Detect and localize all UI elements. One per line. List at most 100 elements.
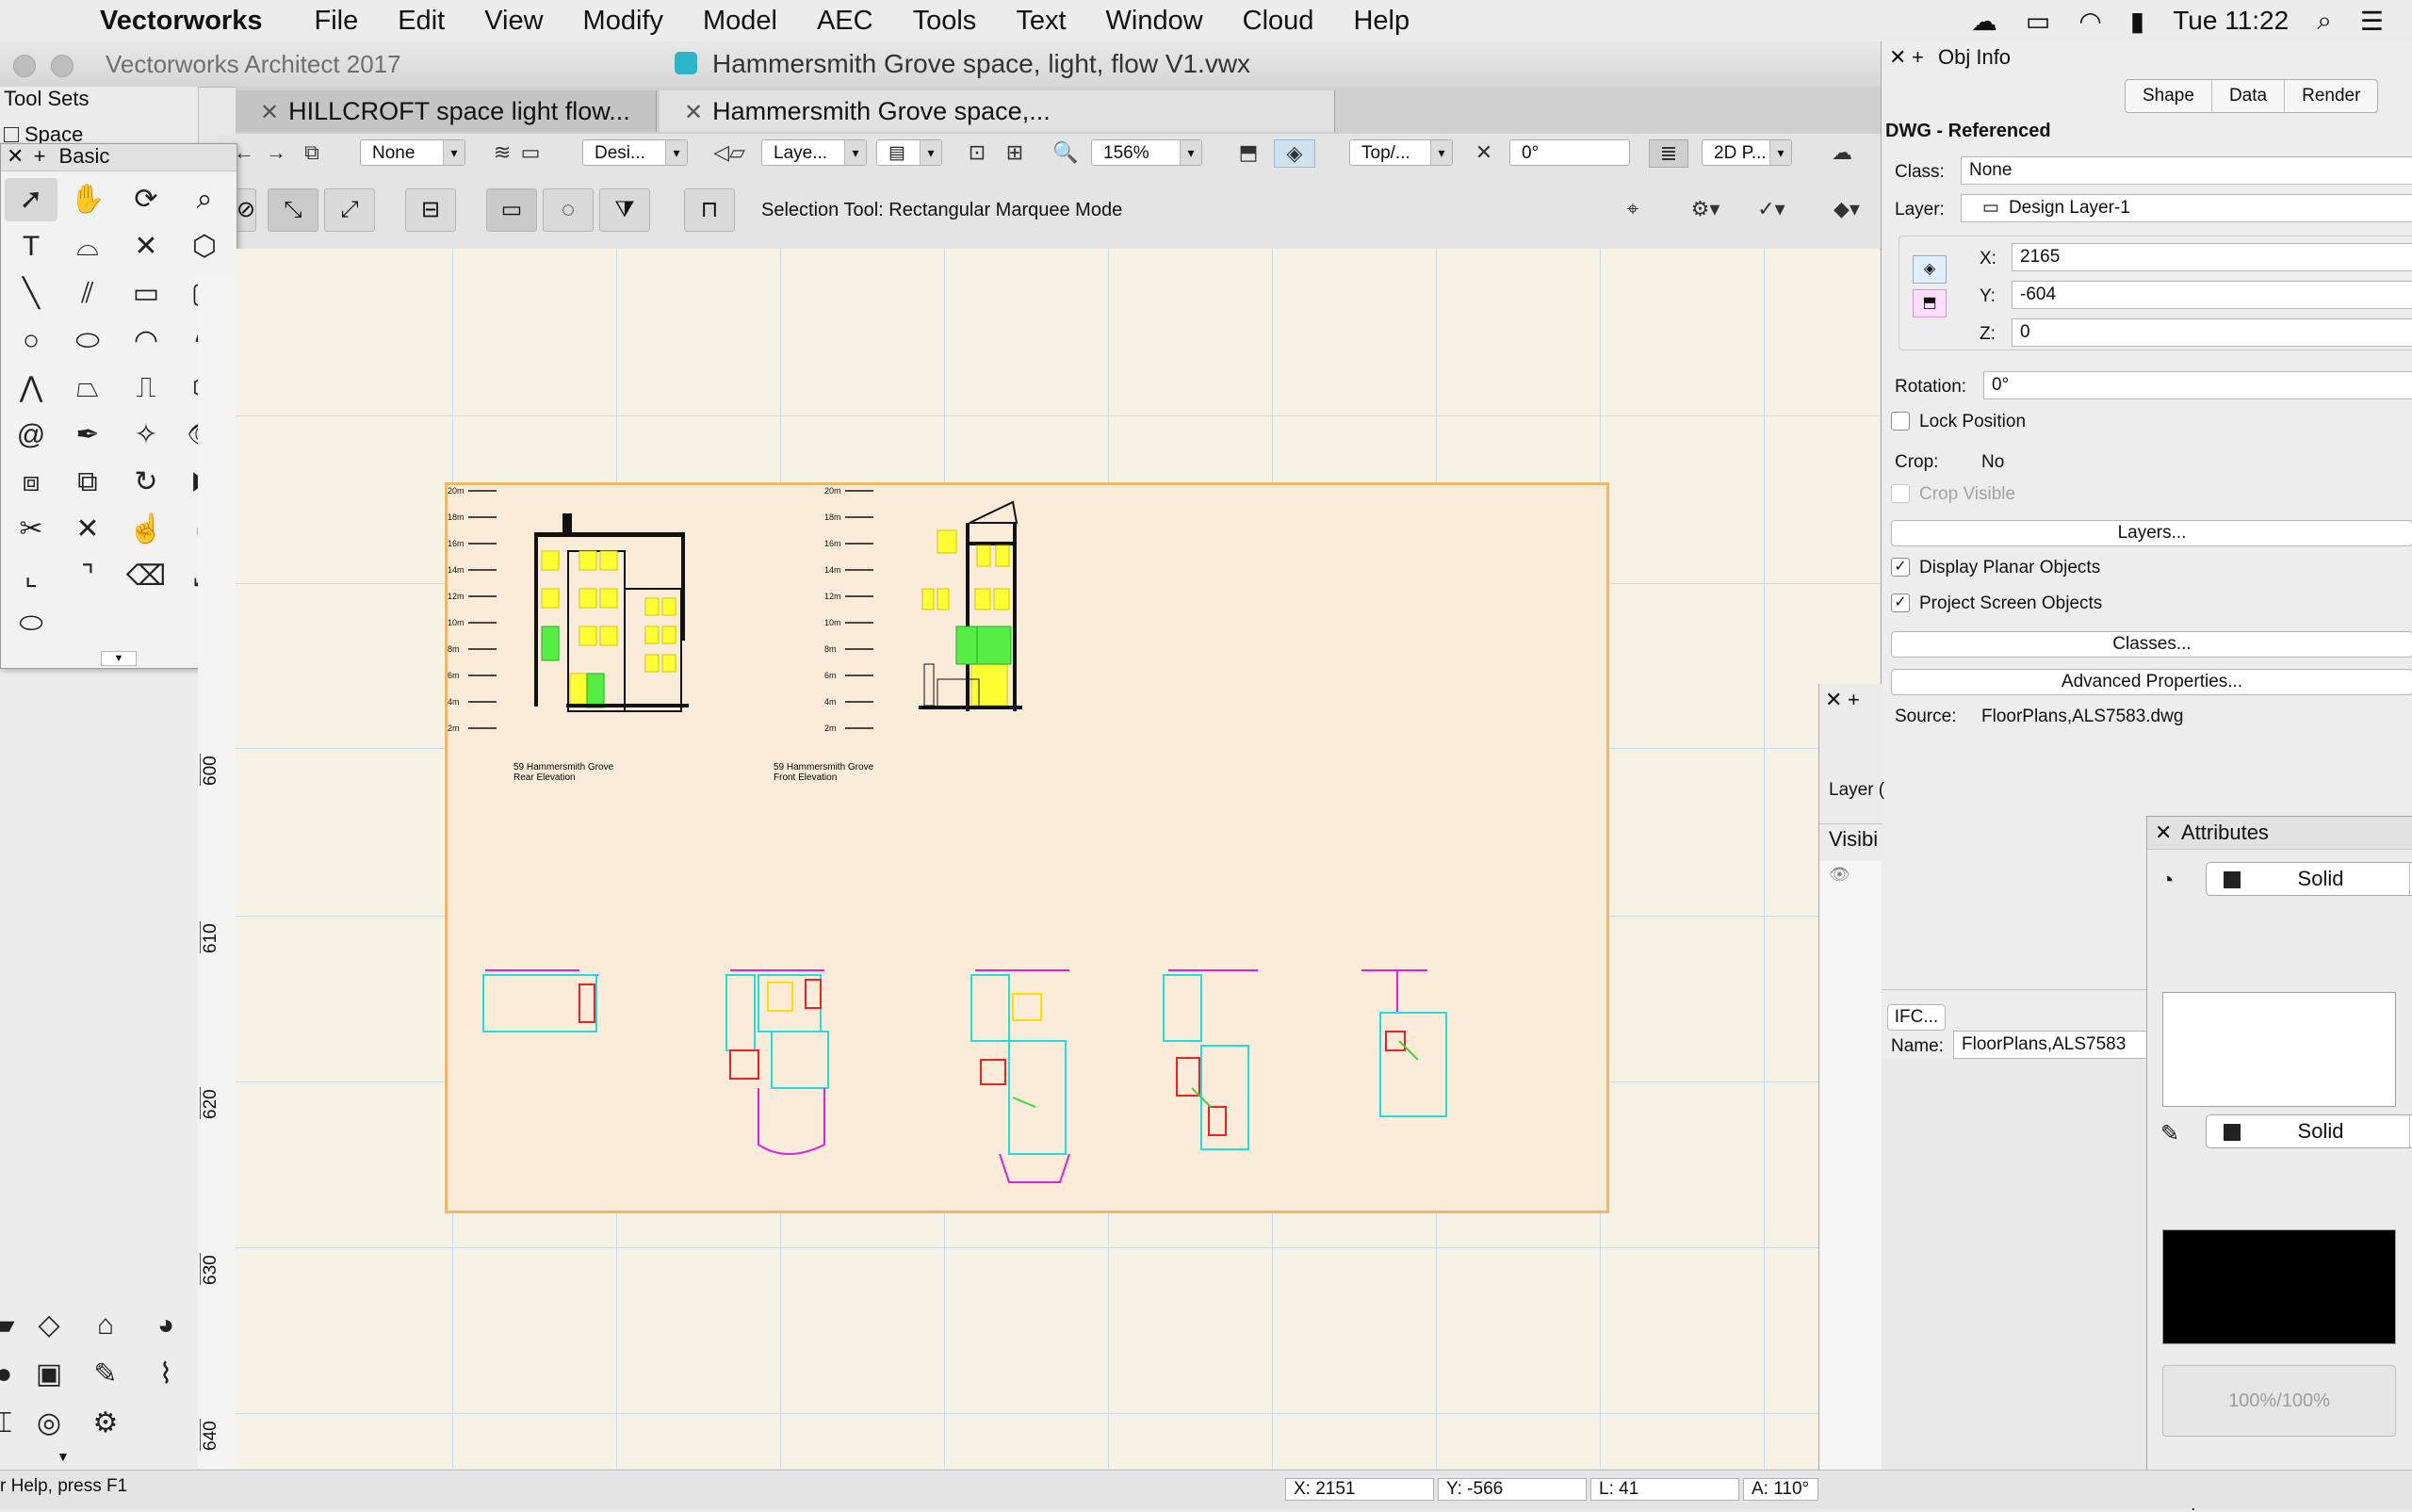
- pipe-icon[interactable]: ⌇: [138, 1353, 194, 1398]
- battery-icon[interactable]: ▮: [2130, 6, 2144, 37]
- locus-tool-icon[interactable]: ✕: [120, 225, 172, 268]
- pen-icon[interactable]: ✎: [2160, 1120, 2179, 1147]
- layers-stack-icon[interactable]: ≋: [488, 139, 516, 166]
- tab-hammersmith[interactable]: ✕ Hammersmith Grove space,...: [660, 90, 1335, 132]
- layer-options-icon[interactable]: ▭: [516, 139, 545, 166]
- offset-tool-icon[interactable]: ☝: [120, 508, 172, 551]
- transform-mode-button[interactable]: ⊟: [405, 188, 456, 232]
- double-line-tool-icon[interactable]: ⫽: [61, 272, 114, 316]
- saved-views-icon[interactable]: ⧉: [298, 139, 326, 166]
- menu-text[interactable]: Text: [996, 6, 1085, 37]
- expand-palette-icon[interactable]: ▼: [101, 651, 137, 666]
- z-field[interactable]: 0: [2012, 318, 2412, 347]
- rotation-field[interactable]: 0°: [1509, 139, 1630, 166]
- menu-cloud[interactable]: Cloud: [1223, 6, 1334, 37]
- view-select[interactable]: Top/... ▾: [1349, 139, 1453, 166]
- render-mode-icon[interactable]: ≣: [1649, 139, 1688, 168]
- classes-button[interactable]: Classes...: [1891, 631, 2412, 658]
- menu-window[interactable]: Window: [1086, 6, 1223, 37]
- pan-tool-icon[interactable]: ✋: [61, 178, 114, 221]
- close-window-button[interactable]: [13, 55, 36, 77]
- zoom-icon[interactable]: 🔍: [1051, 139, 1080, 166]
- layer-select[interactable]: Desi... ▾: [582, 139, 688, 166]
- trim-tool-icon[interactable]: ✕: [61, 508, 114, 551]
- magic-wand-tool-icon[interactable]: ✧: [120, 414, 172, 457]
- attribute-mapping-tool-icon[interactable]: ⧉: [61, 461, 114, 504]
- detailing-icon[interactable]: ✎: [77, 1353, 134, 1398]
- crop-visible-checkbox[interactable]: [1891, 484, 1910, 503]
- render-select[interactable]: 2D P... ▾: [1702, 139, 1792, 166]
- menu-help[interactable]: Help: [1333, 6, 1429, 37]
- close-tab-icon[interactable]: ✕: [684, 100, 703, 125]
- menu-tools[interactable]: Tools: [893, 6, 997, 37]
- close-palette-icon[interactable]: ✕: [2155, 821, 2172, 845]
- double-polygon-tool-icon[interactable]: ⎍: [120, 366, 172, 410]
- text-tool-icon[interactable]: T: [5, 225, 57, 268]
- cloud-publish-icon[interactable]: ☁: [1828, 139, 1856, 166]
- oval-tool-icon[interactable]: ⬭: [61, 319, 114, 363]
- menu-model[interactable]: Model: [683, 6, 797, 37]
- tab-data[interactable]: Data: [2212, 80, 2286, 112]
- sheet-select[interactable]: ▤ ▾: [876, 139, 942, 166]
- cloud-tool-icon[interactable]: ⬭: [5, 602, 57, 645]
- menu-modify[interactable]: Modify: [563, 6, 683, 37]
- close-tab-icon[interactable]: ✕: [260, 100, 279, 125]
- gear-icon[interactable]: ⚙: [77, 1402, 134, 1447]
- zoom-tool-icon[interactable]: ⌕: [178, 178, 231, 221]
- fillet-tool-icon[interactable]: ⌞: [5, 555, 57, 598]
- house-icon[interactable]: ⌂: [77, 1304, 134, 1349]
- floor-icon[interactable]: ◇: [21, 1304, 77, 1349]
- dwg-referenced-object[interactable]: 20m 18m 16m 14m 12m 10m 8m 6m 4m 2m 20m …: [445, 482, 1609, 1213]
- wifi-icon[interactable]: ◠: [2078, 6, 2101, 37]
- fit-objects-icon[interactable]: ⊡: [963, 139, 991, 166]
- rectangular-marquee-mode-button[interactable]: ⤡: [268, 188, 318, 232]
- drawing-canvas[interactable]: 20m 18m 16m 14m 12m 10m 8m 6m 4m 2m 20m …: [236, 249, 1880, 1469]
- pen-style-select[interactable]: Solid▲▼: [2206, 1114, 2412, 1148]
- rotate-tool-icon[interactable]: ↻: [120, 461, 172, 504]
- plan-view-icon[interactable]: ◈: [1913, 255, 1947, 284]
- class-select[interactable]: None ▾: [360, 139, 465, 166]
- minimize-window-button[interactable]: [51, 55, 73, 77]
- clock[interactable]: Tue 11:22: [2173, 6, 2289, 36]
- flyover-tool-icon[interactable]: ⟳: [120, 178, 172, 221]
- class-field[interactable]: None: [1961, 156, 2412, 185]
- eyedropper-tool-icon[interactable]: ✒: [61, 414, 114, 457]
- 3d-locus-tool-icon[interactable]: ⬡: [178, 225, 231, 268]
- fill-swatch[interactable]: [2162, 992, 2396, 1107]
- plane-icon[interactable]: ⬒: [1234, 139, 1263, 166]
- pen-swatch[interactable]: [2162, 1229, 2396, 1344]
- tab-shape[interactable]: Shape: [2126, 80, 2212, 112]
- palette-plus-icon[interactable]: +: [1848, 688, 1860, 712]
- palette-plus-icon[interactable]: +: [1912, 45, 1924, 70]
- toolset-scroll-down-icon[interactable]: ▼: [57, 1449, 70, 1464]
- line-tool-icon[interactable]: ╲: [5, 272, 57, 316]
- rectangle-tool-icon[interactable]: ▭: [120, 272, 172, 316]
- layer-field[interactable]: ▭ Design Layer-1: [1961, 194, 2412, 222]
- y-field[interactable]: -604: [2012, 281, 2412, 309]
- spiral-tool-icon[interactable]: @: [5, 414, 57, 457]
- airplay-icon[interactable]: ▭: [2026, 6, 2050, 37]
- polygon-tool-icon[interactable]: ⏢: [61, 366, 114, 410]
- polyline-tool-icon[interactable]: ⋀: [5, 366, 57, 410]
- menu-app[interactable]: Vectorworks: [75, 6, 294, 37]
- palette-plus-icon[interactable]: +: [34, 144, 46, 168]
- tool-preferences-gear-icon[interactable]: ⚙▾: [1677, 196, 1734, 222]
- creative-cloud-icon[interactable]: ☁: [1971, 6, 1997, 37]
- single-object-mode-button[interactable]: ⊓: [684, 188, 735, 232]
- rotation-field[interactable]: 0°: [1983, 371, 2412, 399]
- tab-hillcroft[interactable]: ✕ HILLCROFT space light flow...: [236, 90, 657, 132]
- project-screen-checkbox[interactable]: ✓: [1891, 593, 1910, 612]
- menu-edit[interactable]: Edit: [378, 6, 464, 37]
- drawing-aids-icon[interactable]: ◆▾: [1818, 196, 1875, 222]
- menu-view[interactable]: View: [464, 6, 562, 37]
- advanced-properties-button[interactable]: Advanced Properties...: [1891, 669, 2412, 695]
- eraser-tool-icon[interactable]: ⌫: [120, 555, 172, 598]
- polygonal-mode-button[interactable]: ⤢: [324, 188, 375, 232]
- layer-pointer-icon[interactable]: ◁▱: [707, 139, 752, 166]
- color-shapes-icon[interactable]: ◕: [138, 1304, 194, 1349]
- layer-list[interactable]: [1819, 861, 1882, 1483]
- fill-bucket-icon[interactable]: ◔: [2160, 868, 2175, 894]
- spotlight-search-icon[interactable]: ⌕: [2317, 6, 2332, 37]
- working-plane-axes-icon[interactable]: ✕: [1470, 139, 1498, 166]
- close-palette-icon[interactable]: ✕: [1889, 45, 1906, 70]
